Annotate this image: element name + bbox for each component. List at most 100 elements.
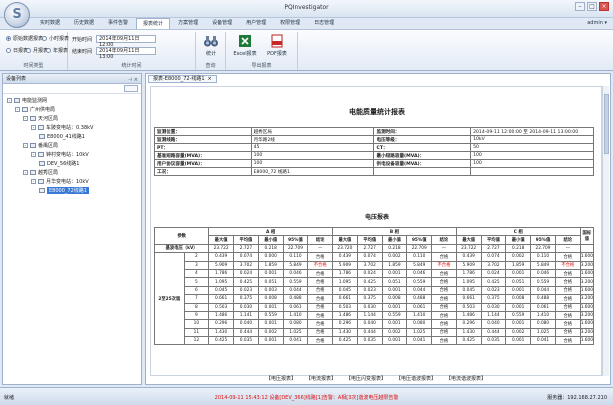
collapse-icon[interactable]: -: [23, 116, 28, 121]
collapse-icon[interactable]: -: [31, 179, 36, 184]
report-document: 电能质量统计报表 监测位置： 越秀区局 监测时间： 2014-09-11 12:00:…: [150, 86, 602, 376]
table-cell: 0.488: [530, 294, 556, 304]
table-row: 3 5.909 3.702 1.859 5.849 不合格 5.909 3.702 1.859 5…: [155, 260, 595, 270]
table-cell: 0.661: [208, 294, 235, 304]
info-cell: 监测线路：: [154, 135, 252, 144]
collapse-icon[interactable]: -: [31, 152, 36, 157]
collapse-icon[interactable]: -: [23, 170, 28, 175]
folder-icon: [14, 98, 20, 103]
report-link[interactable]: 【电流报表】: [306, 375, 336, 383]
info-cell: 2014-09-11 12:00:00 至 2014-09-11 13:00:0…: [470, 127, 594, 136]
maximize-icon[interactable]: □: [587, 2, 597, 11]
report-panel: 报表-E8000_72-线路1 × 电能质量统计报表 监测位置： 越秀区局 监测时间…: [145, 73, 611, 385]
table-cell: 1.786: [331, 268, 358, 279]
voltage-table: 参数 A 相B 相C 相国标值 最大值 平均值 最小值 95%值 结论 最大值 平均值 最小值 95…: [153, 226, 595, 346]
tab-report[interactable]: 报表-E8000_72-线路1 ×: [148, 75, 217, 83]
report-link[interactable]: 【电压报表】: [266, 375, 296, 383]
table-cell: 0.425: [233, 277, 259, 287]
tree-node[interactable]: - 广州供电局: [15, 106, 55, 113]
radio-day-report[interactable]: 日报表: [6, 47, 28, 54]
query-group-label: 查询: [205, 63, 216, 69]
scroll-thumb[interactable]: [604, 94, 609, 154]
tree-node[interactable]: - 番禺区局: [23, 142, 58, 149]
table-cell: 3.702: [233, 260, 259, 270]
minimize-icon[interactable]: –: [575, 2, 585, 11]
close-icon[interactable]: ×: [599, 2, 609, 11]
table-cell: 1.486: [455, 310, 482, 321]
status-alarm[interactable]: 2014-09-11 15:43:12 设备[DEV_366]线路[1]告警：A…: [0, 394, 613, 401]
table-cell: 0.503: [455, 302, 482, 312]
report-title: 电能质量统计报表: [349, 108, 405, 116]
tree-node[interactable]: E8000_41线路1: [39, 133, 85, 140]
collapse-icon[interactable]: -: [15, 107, 20, 112]
table-cell: 0.559: [406, 277, 433, 287]
radio-dot-icon: [46, 48, 51, 53]
limit-cell: 1.600: [579, 285, 595, 296]
app-window: PQInvestigator – □ × S 实时数据 历史数据 事件告警 报表统计方…: [0, 0, 613, 405]
tree-node[interactable]: - 车陂变电站：0.38kV: [31, 124, 93, 131]
table-cell: 0.024: [480, 268, 507, 279]
close-tab-icon[interactable]: ×: [208, 76, 212, 83]
table-row: 10 0.296 0.040 0.001 0.080 合格 0.296 0.040 0.001 0…: [155, 319, 595, 329]
tab-7[interactable]: 用户管理: [240, 18, 272, 29]
table-cell: 0.425: [356, 277, 383, 287]
tree-node[interactable]: DEV_56线路1: [39, 160, 79, 167]
radio-hour-report[interactable]: 小时报表: [42, 35, 69, 42]
collapse-icon[interactable]: -: [31, 125, 36, 130]
info-cell: 用户协议容量(MVA)：: [154, 159, 252, 168]
tab-6[interactable]: 设备管理: [206, 18, 238, 29]
report-link[interactable]: 【电压谐波报表】: [396, 375, 436, 383]
tree-node-label: 天河区局: [38, 116, 59, 122]
table-cell: 3.702: [356, 260, 383, 270]
radio-month-report[interactable]: 月报表: [26, 47, 48, 54]
start-time-label: 开始时间: [72, 37, 93, 43]
table-cell: 0.044: [530, 285, 556, 296]
sub-header: 平均值: [480, 235, 507, 245]
table-cell: 合格: [554, 294, 581, 304]
tree-node[interactable]: - 越秀区局: [23, 169, 58, 176]
tree-node[interactable]: - 电能监测网: [7, 97, 47, 104]
tab-1[interactable]: 实时数据: [34, 18, 66, 29]
table-cell: 1.486: [208, 310, 235, 321]
table-cell: 0.375: [233, 294, 259, 304]
device-icon: [39, 134, 45, 139]
table-cell: 23.720: [331, 243, 358, 254]
user-menu[interactable]: admin ▾: [587, 20, 607, 26]
device-search-input[interactable]: [124, 85, 138, 92]
pdf-report-button[interactable]: PDF报表: [264, 34, 290, 57]
harmonic-order: 6: [183, 285, 210, 296]
sub-header: 结论: [307, 235, 333, 245]
tree-node[interactable]: E8000_72线路1: [39, 187, 89, 194]
stat-button[interactable]: 统计: [200, 34, 222, 57]
harmonic-order: 8: [183, 302, 210, 312]
app-logo[interactable]: S: [4, 2, 30, 28]
tab-4[interactable]: 报表统计: [136, 18, 171, 29]
vertical-scrollbar[interactable]: [602, 86, 609, 376]
tab-3[interactable]: 事件告警: [102, 18, 134, 29]
table-cell: 合格: [307, 319, 333, 329]
table-cell: 0.046: [282, 268, 309, 279]
radio-year-report[interactable]: 年报表: [46, 47, 68, 54]
table-cell: 0.559: [505, 310, 532, 321]
table-cell: 0.061: [406, 302, 433, 312]
report-link[interactable]: 【电流谐波报表】: [446, 375, 486, 383]
table-cell: 22.709: [530, 243, 556, 254]
table-cell: 合格: [431, 285, 457, 296]
tree-node-label: 钟村变电站：10kV: [46, 152, 89, 158]
excel-report-button[interactable]: Excel报表: [232, 34, 258, 57]
tree-node[interactable]: - 钟村变电站：10kV: [31, 151, 89, 158]
table-cell: 1.859: [257, 260, 284, 270]
report-link[interactable]: 【电压闪变报表】: [346, 375, 386, 383]
radio-raw-report[interactable]: 原始数据报表: [6, 35, 43, 42]
tab-5[interactable]: 方案管理: [172, 18, 204, 29]
tab-9[interactable]: 日志管理: [308, 18, 340, 29]
tab-8[interactable]: 权限管理: [274, 18, 306, 29]
tab-2[interactable]: 历史数据: [68, 18, 100, 29]
end-time-input[interactable]: 2014年09月11日 13:00: [96, 47, 156, 60]
table-cell: 0.001: [505, 319, 532, 329]
tree-node[interactable]: - 天河区局: [23, 115, 58, 122]
start-time-input[interactable]: 2014年09月11日 12:00: [96, 35, 156, 48]
tree-node[interactable]: - 月华变电站：10kV: [31, 178, 89, 185]
collapse-icon[interactable]: -: [23, 143, 28, 148]
collapse-icon[interactable]: -: [7, 98, 12, 103]
